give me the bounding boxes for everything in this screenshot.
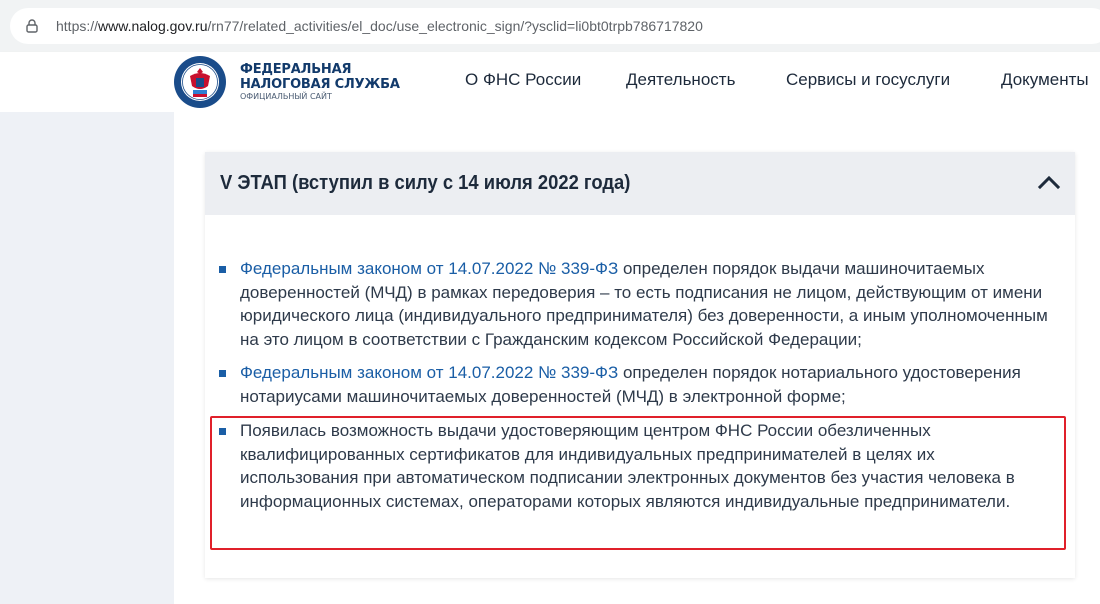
logo-subtitle: ОФИЦИАЛЬНЫЙ САЙТ bbox=[240, 92, 332, 101]
nav-item-services[interactable]: Сервисы и госуслуги bbox=[786, 70, 950, 90]
nav-item-about[interactable]: О ФНС России bbox=[465, 70, 581, 90]
logo-title-line1: ФЕДЕРАЛЬНАЯ bbox=[240, 62, 352, 77]
law-339-fz-link[interactable]: Федеральным законом от 14.07.2022 № 339-… bbox=[240, 259, 618, 278]
url-path: /rn77/related_activities/el_doc/use_elec… bbox=[207, 18, 703, 34]
bullet-square-icon bbox=[219, 266, 226, 273]
site-logo-text[interactable]: ФЕДЕРАЛЬНАЯ НАЛОГОВАЯ СЛУЖБА ОФИЦИАЛЬНЫЙ… bbox=[240, 63, 400, 101]
logo-title-line2: НАЛОГОВАЯ СЛУЖБА bbox=[240, 77, 400, 92]
chevron-up-icon[interactable] bbox=[1037, 174, 1061, 190]
accordion-title: V ЭТАП (вступил в силу с 14 июля 2022 го… bbox=[220, 172, 631, 194]
nav-item-activities[interactable]: Деятельность bbox=[626, 70, 735, 90]
fns-emblem-icon[interactable] bbox=[172, 54, 228, 110]
url-text[interactable]: https://www.nalog.gov.ru/rn77/related_ac… bbox=[56, 18, 703, 34]
left-sidebar bbox=[0, 112, 174, 604]
browser-address-bar: https://www.nalog.gov.ru/rn77/related_ac… bbox=[0, 0, 1100, 53]
nav-item-documents[interactable]: Документы bbox=[1001, 70, 1089, 90]
site-header: ФЕДЕРАЛЬНАЯ НАЛОГОВАЯ СЛУЖБА ОФИЦИАЛЬНЫЙ… bbox=[0, 52, 1100, 112]
url-scheme: https:// bbox=[56, 18, 99, 34]
list-item-text: Федеральным законом от 14.07.2022 № 339-… bbox=[240, 257, 1055, 351]
bullet-square-icon bbox=[219, 370, 226, 377]
accordion-header[interactable]: V ЭТАП (вступил в силу с 14 июля 2022 го… bbox=[205, 152, 1075, 215]
url-field[interactable]: https://www.nalog.gov.ru/rn77/related_ac… bbox=[10, 8, 1100, 44]
site-info-icon[interactable] bbox=[24, 18, 40, 34]
list-item-text: Федеральным законом от 14.07.2022 № 339-… bbox=[240, 361, 1055, 408]
url-host: www.nalog.gov.ru bbox=[98, 18, 208, 34]
red-highlight-frame bbox=[210, 416, 1066, 550]
law-339-fz-link[interactable]: Федеральным законом от 14.07.2022 № 339-… bbox=[240, 363, 618, 382]
